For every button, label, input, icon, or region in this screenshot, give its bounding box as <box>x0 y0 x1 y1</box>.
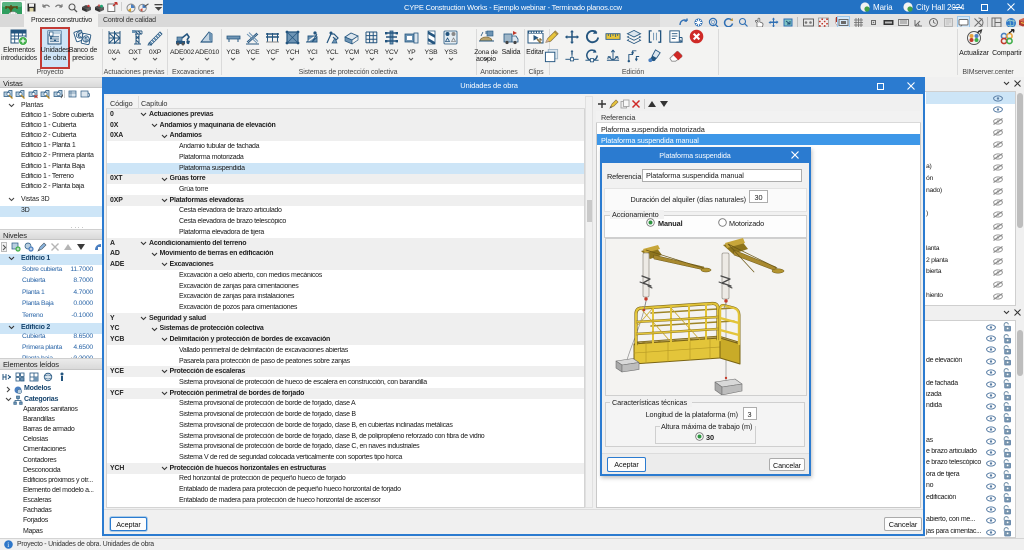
svg-text:5: 5 <box>84 36 88 43</box>
svg-text:i: i <box>7 541 9 549</box>
svg-text:€: € <box>78 32 82 39</box>
svg-text:Q: Q <box>711 20 715 26</box>
